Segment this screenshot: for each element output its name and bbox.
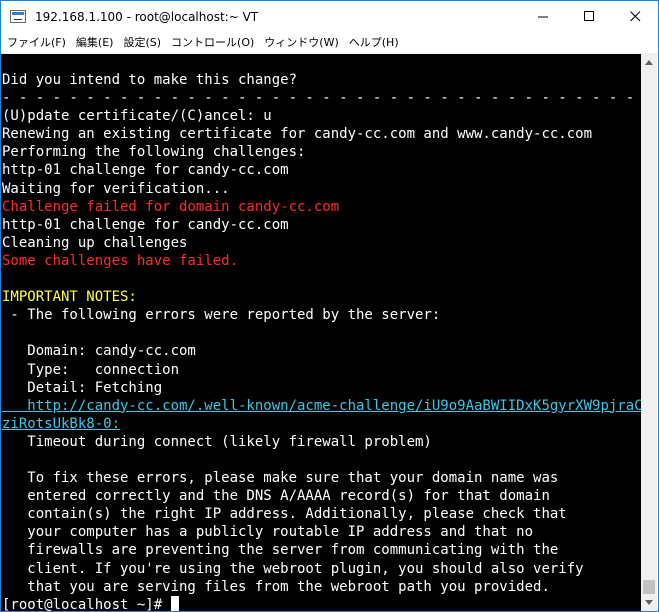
title-bar[interactable]: 192.168.1.100 - root@localhost:~ VT xyxy=(1,1,658,32)
terminal-line: Type: connection xyxy=(2,361,180,378)
terminal-line: IMPORTANT NOTES: xyxy=(2,289,137,306)
terminal-line: (U)pdate certificate/(C)ancel: u xyxy=(2,108,272,125)
close-icon xyxy=(629,11,640,22)
terminal-line: entered correctly and the DNS A/AAAA rec… xyxy=(2,488,550,505)
terminal-output[interactable]: Did you intend to make this change? - - -… xyxy=(1,54,642,611)
scroll-up-icon xyxy=(645,60,653,65)
terminal-line: your computer has a publicly routable IP… xyxy=(2,524,534,541)
scrollbar-thumb[interactable] xyxy=(643,580,655,594)
maximize-icon xyxy=(583,11,594,21)
terminal-line: Did you intend to make this change? xyxy=(2,72,298,88)
terminal-error-line: Challenge failed for domain candy-cc.com xyxy=(2,198,340,215)
terminal-line: Performing the following challenges: xyxy=(2,144,306,161)
scroll-down-icon xyxy=(645,600,653,605)
terminal-line: that you are serving files from the webr… xyxy=(2,578,550,595)
terminal-line: Domain: candy-cc.com xyxy=(2,343,196,360)
shell-prompt-line[interactable]: [root@localhost ~]# xyxy=(2,595,642,611)
scroll-down-button[interactable] xyxy=(641,594,657,611)
menu-control[interactable]: コントロール(O) xyxy=(166,33,259,52)
terminal-line: client. If you're using the webroot plug… xyxy=(2,560,584,577)
menu-bar: ファイル(F) 編集(E) 設定(S) コントロール(O) ウィンドウ(W) ヘ… xyxy=(1,32,658,54)
text-cursor xyxy=(170,595,179,611)
menu-settings[interactable]: 設定(S) xyxy=(118,33,166,52)
terminal-text: Did you intend to make this change? - - -… xyxy=(2,71,642,611)
terminal-link-line[interactable]: ziRotsUkBk8-0: xyxy=(2,415,642,433)
menu-help[interactable]: ヘルプ(H) xyxy=(344,33,404,52)
terminal-line: Cleaning up challenges xyxy=(2,234,188,251)
terminal-line: To fix these errors, please make sure th… xyxy=(2,470,559,487)
terminal-line: - - - - - - - - - - - - - - - - - - - - … xyxy=(2,90,642,107)
close-button[interactable] xyxy=(612,1,658,32)
terminal-line: firewalls are preventing the server from… xyxy=(2,542,559,559)
terminal-line: Detail: Fetching xyxy=(2,379,163,396)
terminal-line: contain(s) the right IP address. Additio… xyxy=(2,506,567,523)
window-controls xyxy=(520,1,658,32)
terminal-line: Timeout during connect (likely firewall … xyxy=(2,433,432,450)
menu-window[interactable]: ウィンドウ(W) xyxy=(259,33,343,52)
terminal-link-line[interactable]: http://candy-cc.com/.well-known/acme-cha… xyxy=(2,397,642,415)
maximize-button[interactable] xyxy=(566,1,612,32)
vertical-scrollbar[interactable] xyxy=(641,54,657,611)
terminal-line: http-01 challenge for candy-cc.com xyxy=(2,216,289,233)
terminal-line: Renewing an existing certificate for can… xyxy=(2,126,593,143)
terminal-app-icon[interactable] xyxy=(10,10,26,23)
minimize-icon xyxy=(537,16,548,18)
terminal-line: http-01 challenge for candy-cc.com xyxy=(2,162,289,179)
terminal-error-line: Some challenges have failed. xyxy=(2,252,239,269)
minimize-button[interactable] xyxy=(520,1,566,32)
menu-file[interactable]: ファイル(F) xyxy=(1,33,71,52)
terminal-line: Waiting for verification... xyxy=(2,180,230,197)
shell-prompt: [root@localhost ~]# xyxy=(2,596,171,611)
terminal-window: 192.168.1.100 - root@localhost:~ VT ファイル… xyxy=(0,0,659,612)
terminal-line: - The following errors were reported by … xyxy=(2,307,441,324)
window-title: 192.168.1.100 - root@localhost:~ VT xyxy=(35,9,259,24)
menu-edit[interactable]: 編集(E) xyxy=(71,33,119,52)
scroll-up-button[interactable] xyxy=(641,54,657,71)
